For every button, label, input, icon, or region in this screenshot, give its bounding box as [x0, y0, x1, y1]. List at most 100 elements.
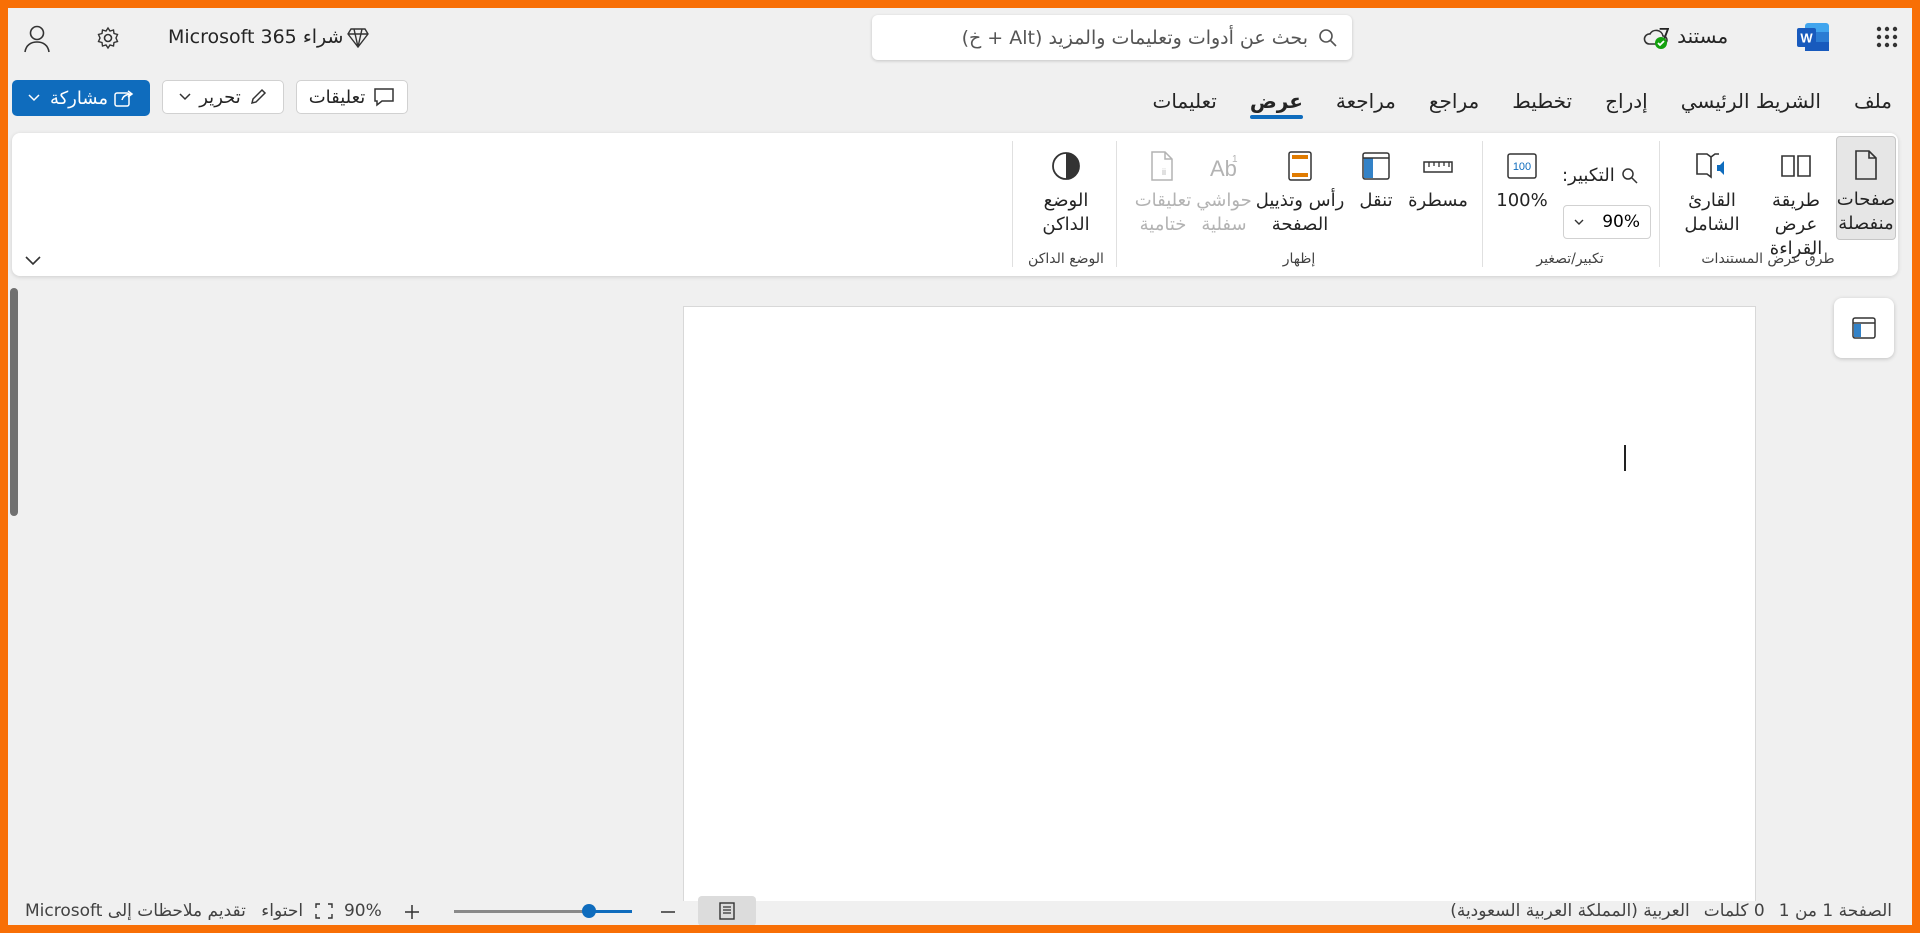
print-layout-label-1: صفحات [1836, 189, 1896, 210]
editing-mode-button[interactable]: تحرير [162, 80, 284, 114]
print-layout-button[interactable]: صفحات منفصلة [1836, 136, 1896, 240]
cloud-saved-icon[interactable] [1642, 25, 1670, 51]
group-divider [1116, 141, 1117, 267]
svg-text:ii: ii [1162, 167, 1166, 177]
zoom-100-button[interactable]: 100 100% [1494, 143, 1550, 213]
immersive-reader-button[interactable]: القارئ الشامل [1678, 143, 1746, 237]
tab-review[interactable]: مراجعة [1336, 83, 1396, 121]
vertical-scrollbar[interactable] [10, 288, 18, 516]
endnotes-button[interactable]: ii تعليقات ختامية [1133, 143, 1193, 237]
zoom-group-label: تكبير/تصغير [1536, 251, 1604, 267]
group-divider [1482, 141, 1483, 267]
comments-button[interactable]: تعليقات [296, 80, 408, 114]
zoom-percent[interactable]: 90% [344, 901, 382, 921]
zoom-slider-thumb[interactable] [582, 904, 596, 918]
footnotes-label-1: حواشي [1196, 190, 1252, 211]
tab-layout[interactable]: تخطيط [1512, 83, 1572, 121]
zoom-value: 90% [1602, 212, 1640, 232]
side-pane-button[interactable] [1834, 298, 1894, 358]
zoom-out-icon[interactable] [660, 903, 676, 919]
ruler-button[interactable]: مسطرة [1405, 143, 1471, 213]
tab-references[interactable]: مراجع [1429, 83, 1479, 121]
zoom-label-row: التكبير: [1562, 165, 1639, 186]
title-bar: W مستند 7 بحث عن أدوات وتعليمات والمزيد … [8, 8, 1912, 78]
header-footer-label-1: رأس وتذييل [1255, 190, 1345, 211]
zoom-in-icon[interactable] [404, 903, 420, 919]
page-view-icon [719, 902, 735, 920]
word-logo-icon[interactable]: W [1796, 21, 1830, 53]
status-bar: الصفحة 1 من 1 0 كلمات العربية (المملكة ا… [8, 896, 1912, 925]
tab-insert[interactable]: إدراج [1605, 83, 1648, 121]
ruler-icon [1423, 143, 1453, 189]
edit-label: تحرير [199, 86, 241, 108]
book-icon [1780, 143, 1812, 189]
navigation-label: تنقل [1359, 190, 1393, 211]
account-icon[interactable] [22, 24, 52, 54]
zoom-chevron-icon [1574, 219, 1584, 226]
settings-gear-icon[interactable] [94, 24, 122, 52]
svg-text:100: 100 [1513, 161, 1531, 173]
immersive-reader-label-1: القارئ [1688, 190, 1736, 211]
reading-view-button[interactable]: طريقة عرض القراءة [1756, 143, 1836, 261]
show-group-label: إظهار [1282, 251, 1316, 267]
search-box[interactable]: بحث عن أدوات وتعليمات والمزيد (Alt + خ) [872, 15, 1352, 60]
buy-microsoft-365-link[interactable]: شراء Microsoft 365 [168, 26, 343, 48]
endnotes-icon: ii [1150, 143, 1176, 189]
dark-mode-button[interactable]: الوضع الداكن [1030, 143, 1102, 237]
endnotes-label-2: ختامية [1139, 214, 1187, 235]
footnotes-label-2: سفلية [1201, 214, 1247, 235]
share-chevron-icon [28, 94, 40, 102]
status-left: 90% احتواء تقديم ملاحظات إلى Microsoft [25, 901, 382, 921]
print-layout-view-button[interactable] [698, 896, 756, 925]
ribbon-panel: صفحات منفصلة طريقة عرض القراءة القارئ ال… [12, 133, 1898, 276]
share-button[interactable]: مشاركة [12, 80, 150, 116]
header-footer-label-2: الصفحة [1271, 214, 1329, 235]
chevron-down-icon [179, 93, 191, 101]
header-footer-icon [1288, 143, 1312, 189]
header-footer-button[interactable]: رأس وتذييل الصفحة [1255, 143, 1345, 237]
language-indicator[interactable]: العربية (المملكة العربية السعودية) [1450, 901, 1690, 921]
status-info: الصفحة 1 من 1 0 كلمات العربية (المملكة ا… [1450, 901, 1892, 921]
ruler-label: مسطرة [1408, 190, 1468, 211]
print-layout-label-2: منفصلة [1838, 213, 1894, 234]
immersive-reader-label-2: الشامل [1684, 214, 1740, 235]
group-divider [1659, 141, 1660, 267]
page-icon [1854, 142, 1878, 188]
footnotes-icon: Ab 1 [1208, 143, 1240, 189]
pane-icon [1852, 317, 1876, 339]
document-page[interactable] [683, 306, 1756, 925]
search-icon [1318, 28, 1338, 48]
dark-mode-label-2: الداكن [1042, 214, 1090, 235]
word-count[interactable]: 0 كلمات [1704, 901, 1765, 921]
contrast-icon [1051, 143, 1081, 189]
word-app: W مستند 7 بحث عن أدوات وتعليمات والمزيد … [8, 8, 1912, 925]
dark-mode-group-label: الوضع الداكن [1028, 251, 1104, 267]
zoom-100-icon: 100 [1507, 143, 1537, 189]
zoom-dropdown[interactable]: 90% [1563, 205, 1651, 239]
tab-file[interactable]: ملف [1854, 83, 1892, 121]
dark-mode-label-1: الوضع [1043, 190, 1089, 211]
tab-home[interactable]: الشريط الرئيسي [1681, 83, 1821, 121]
zoom-slider-fill [592, 910, 632, 913]
navigation-pane-button[interactable]: تنقل [1351, 143, 1401, 213]
zoom-100-label: 100% [1496, 190, 1548, 211]
text-cursor [1624, 445, 1626, 471]
footnotes-button[interactable]: Ab 1 حواشي سفلية [1196, 143, 1252, 237]
comment-icon [373, 87, 395, 107]
tab-view[interactable]: عرض [1249, 83, 1303, 121]
page-count[interactable]: الصفحة 1 من 1 [1779, 901, 1892, 921]
document-views-group-label: طرق عرض المستندات [1701, 251, 1835, 267]
endnotes-label-1: تعليقات [1134, 190, 1192, 211]
fit-label[interactable]: احتواء [261, 901, 303, 921]
share-icon [114, 89, 134, 107]
navigation-pane-icon [1362, 143, 1390, 189]
premium-diamond-icon[interactable] [344, 24, 372, 52]
group-divider [1012, 141, 1013, 267]
comments-label: تعليقات [308, 86, 366, 108]
share-label: مشاركة [49, 87, 109, 109]
collapse-ribbon-chevron-icon[interactable] [22, 251, 44, 271]
feedback-link[interactable]: تقديم ملاحظات إلى Microsoft [25, 901, 246, 921]
app-launcher-icon[interactable] [1872, 22, 1902, 52]
tab-help[interactable]: تعليمات [1152, 83, 1216, 121]
pencil-icon [249, 88, 267, 106]
